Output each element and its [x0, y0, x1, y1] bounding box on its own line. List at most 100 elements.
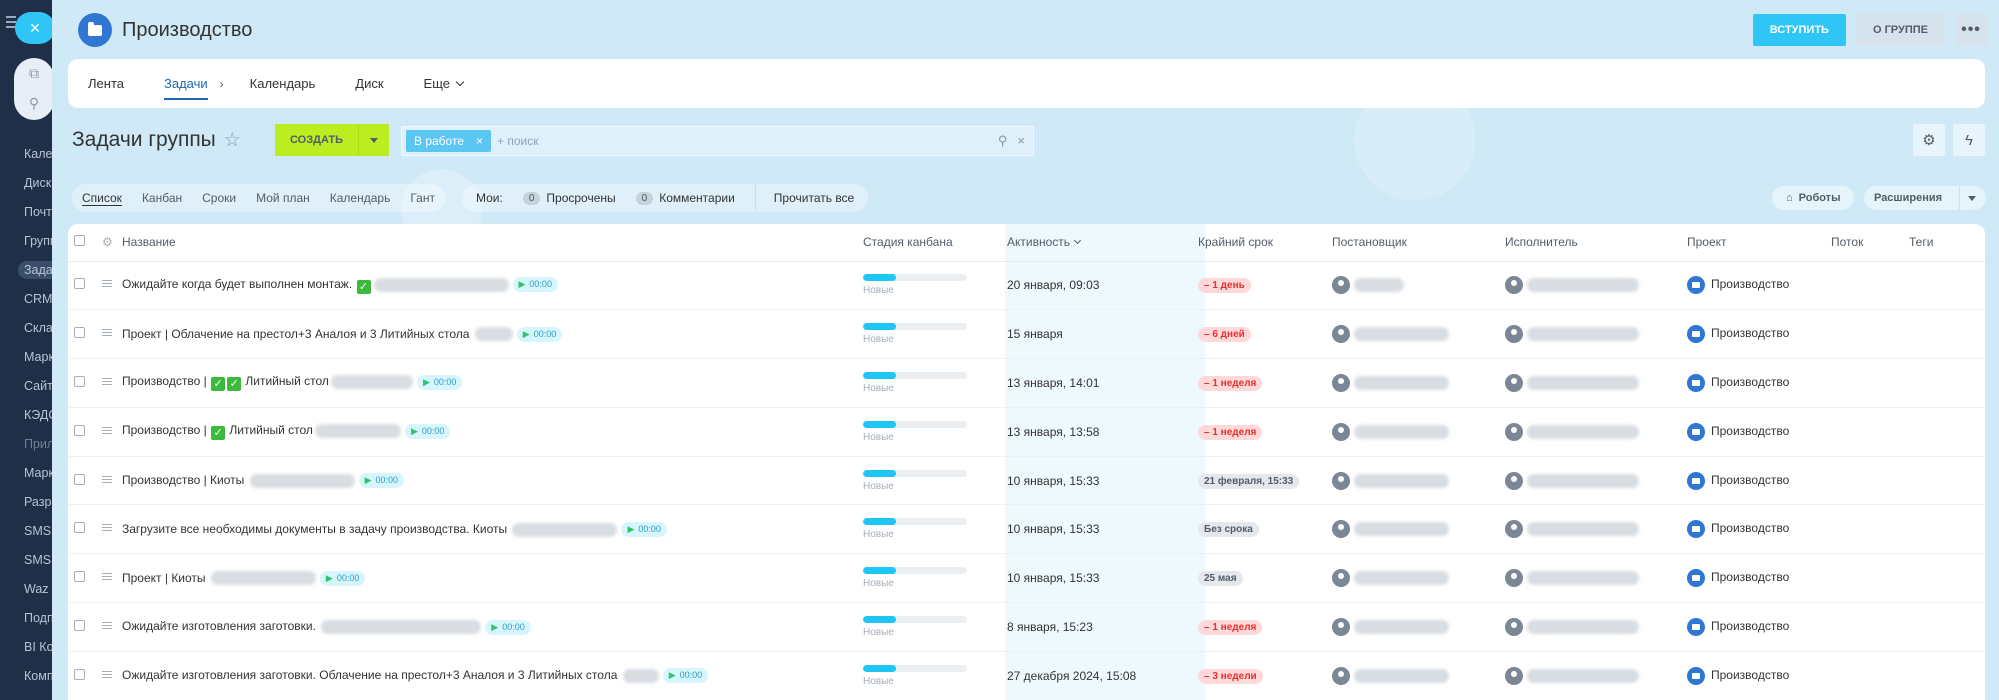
- sidebar-item[interactable]: SMS: [24, 517, 52, 546]
- view-kanban[interactable]: Канбан: [142, 191, 182, 205]
- table-row[interactable]: Производство | Киоты ▶ 00:00 Новые 10 январ…: [68, 456, 1985, 506]
- table-row[interactable]: Загрузите все необходимы документы в зад…: [68, 504, 1985, 555]
- search-icon[interactable]: ⚲: [998, 133, 1008, 149]
- creator-cell[interactable]: [1326, 407, 1499, 457]
- row-checkbox[interactable]: [74, 278, 85, 290]
- deadline-badge[interactable]: – 1 неделя: [1198, 619, 1263, 635]
- deadline-cell[interactable]: – 3 недели: [1192, 651, 1326, 700]
- responsible-cell[interactable]: [1499, 504, 1681, 555]
- view-deadlines[interactable]: Сроки: [202, 191, 236, 205]
- table-row[interactable]: Ожидайте когда будет выполнен монтаж. ✓ ▶…: [68, 261, 1985, 311]
- table-row[interactable]: Проект | Киоты ▶ 00:00 Новые 10 января, 15:…: [68, 553, 1985, 604]
- responsible-cell[interactable]: [1499, 261, 1681, 311]
- timer-badge[interactable]: ▶ 00:00: [662, 668, 709, 684]
- create-dropdown-icon[interactable]: [359, 124, 389, 156]
- creator-cell[interactable]: [1326, 261, 1499, 311]
- sidebar-item[interactable]: Прил: [24, 430, 52, 459]
- sidebar-item[interactable]: Групп: [24, 227, 52, 256]
- table-row[interactable]: Производство | ✓ Литийный стол ▶ 00:00 Новы…: [68, 407, 1985, 457]
- creator-cell[interactable]: [1326, 602, 1499, 652]
- creator-cell[interactable]: [1326, 309, 1499, 360]
- stage-cell[interactable]: Новые: [857, 456, 987, 506]
- filter-chip[interactable]: В работе ×: [406, 130, 492, 152]
- drag-handle-icon[interactable]: [102, 329, 112, 338]
- deadline-badge[interactable]: – 1 день: [1198, 278, 1251, 294]
- drag-handle-icon[interactable]: [102, 573, 112, 582]
- view-gantt[interactable]: Гант: [410, 191, 435, 205]
- task-name-cell[interactable]: Ожидайте изготовления заготовки. ▶ 00:00: [116, 602, 857, 652]
- sidebar-item[interactable]: BI Ко: [24, 633, 52, 662]
- header-flow[interactable]: Поток: [1825, 224, 1903, 262]
- timer-badge[interactable]: ▶ 00:00: [516, 326, 563, 342]
- tab-tasks[interactable]: Задачи: [163, 59, 208, 108]
- clear-icon[interactable]: ×: [1017, 133, 1025, 149]
- task-name-cell[interactable]: Производство | Киоты ▶ 00:00: [116, 456, 857, 506]
- project-cell[interactable]: Производство: [1681, 261, 1825, 311]
- header-creator[interactable]: Постановщик: [1326, 224, 1499, 262]
- deadline-cell[interactable]: 25 мая: [1192, 553, 1326, 604]
- deadline-badge[interactable]: – 1 неделя: [1198, 375, 1263, 391]
- timer-badge[interactable]: ▶ 00:00: [319, 570, 366, 586]
- task-name-cell[interactable]: Проект | Облачение на престол+3 Аналоя и…: [116, 309, 857, 360]
- table-row[interactable]: Ожидайте изготовления заготовки. ▶ 00:00 Н…: [68, 602, 1985, 652]
- view-calendar[interactable]: Календарь: [330, 191, 391, 205]
- star-icon[interactable]: ☆: [224, 129, 241, 152]
- task-name-cell[interactable]: Проект | Киоты ▶ 00:00: [116, 553, 857, 604]
- row-checkbox[interactable]: [74, 522, 85, 534]
- more-options-icon[interactable]: •••: [1955, 14, 1987, 46]
- table-row[interactable]: Ожидайте изготовления заготовки. Облачен…: [68, 651, 1985, 700]
- select-all-checkbox[interactable]: [74, 235, 85, 247]
- responsible-cell[interactable]: [1499, 651, 1681, 700]
- stage-cell[interactable]: Новые: [857, 407, 987, 457]
- view-list[interactable]: Список: [82, 191, 122, 206]
- stage-cell[interactable]: Новые: [857, 602, 987, 652]
- row-checkbox[interactable]: [74, 619, 85, 631]
- project-cell[interactable]: Производство: [1681, 504, 1825, 555]
- table-row[interactable]: Проект | Облачение на престол+3 Аналоя и…: [68, 309, 1985, 360]
- timer-badge[interactable]: ▶ 00:00: [512, 277, 558, 293]
- sidebar-item[interactable]: Кален: [24, 140, 52, 169]
- header-responsible[interactable]: Исполнитель: [1499, 224, 1681, 262]
- timer-badge[interactable]: ▶ 00:00: [404, 423, 451, 439]
- row-checkbox[interactable]: [74, 571, 85, 583]
- deadline-cell[interactable]: 21 февраля, 15:33: [1192, 456, 1326, 506]
- group-avatar[interactable]: [78, 13, 112, 47]
- deadline-badge[interactable]: 21 февраля, 15:33: [1198, 473, 1300, 489]
- project-cell[interactable]: Производство: [1681, 651, 1825, 700]
- timer-badge[interactable]: ▶ 00:00: [416, 374, 463, 390]
- timer-badge[interactable]: ▶ 00:00: [485, 619, 531, 635]
- task-name-cell[interactable]: Производство | ✓ ✓ Литийный стол ▶ 00:00: [116, 358, 857, 408]
- drag-handle-icon[interactable]: [102, 621, 112, 631]
- task-name-cell[interactable]: Производство | ✓ Литийный стол ▶ 00:00: [116, 407, 857, 457]
- sidebar-item[interactable]: КЭДО: [24, 401, 52, 430]
- deadline-cell[interactable]: – 1 день: [1192, 261, 1326, 311]
- deadline-cell[interactable]: – 1 неделя: [1192, 358, 1326, 408]
- create-button[interactable]: СОЗДАТЬ: [275, 124, 389, 156]
- robots-button[interactable]: ⌂ Роботы: [1772, 186, 1855, 210]
- project-cell[interactable]: Производство: [1681, 553, 1825, 604]
- extensions-button[interactable]: Расширения: [1864, 186, 1986, 210]
- column-settings-icon[interactable]: ⚙: [102, 235, 113, 249]
- deadline-badge[interactable]: Без срока: [1198, 522, 1259, 538]
- sidebar-item[interactable]: Склад: [24, 314, 52, 343]
- stage-cell[interactable]: Новые: [857, 358, 987, 408]
- table-row[interactable]: Производство | ✓ ✓ Литийный стол ▶ 00:00 Нов…: [68, 358, 1985, 408]
- header-deadline[interactable]: Крайний срок: [1192, 224, 1326, 262]
- tab-disk[interactable]: Диск: [355, 59, 383, 108]
- sidebar-item[interactable]: Разр: [24, 488, 52, 517]
- read-all-button[interactable]: Прочитать все: [774, 191, 854, 205]
- timer-badge[interactable]: ▶ 00:00: [358, 473, 405, 489]
- settings-gear-icon[interactable]: ⚙: [1913, 124, 1945, 156]
- creator-cell[interactable]: [1326, 553, 1499, 604]
- search-input[interactable]: [491, 134, 998, 148]
- tab-feed[interactable]: Лента: [88, 59, 124, 108]
- task-name-cell[interactable]: Ожидайте изготовления заготовки. Облачен…: [116, 651, 857, 700]
- stage-cell[interactable]: Новые: [857, 504, 987, 555]
- row-checkbox[interactable]: [74, 327, 85, 339]
- header-stage[interactable]: Стадия канбана: [857, 224, 987, 262]
- view-my-plan[interactable]: Мой план: [256, 191, 310, 205]
- sidebar-item[interactable]: SMS: [24, 546, 52, 575]
- tab-more[interactable]: Еще: [424, 59, 465, 108]
- comments-filter[interactable]: 0 Комментарии: [635, 191, 735, 205]
- sidebar-item[interactable]: CRM: [24, 285, 52, 314]
